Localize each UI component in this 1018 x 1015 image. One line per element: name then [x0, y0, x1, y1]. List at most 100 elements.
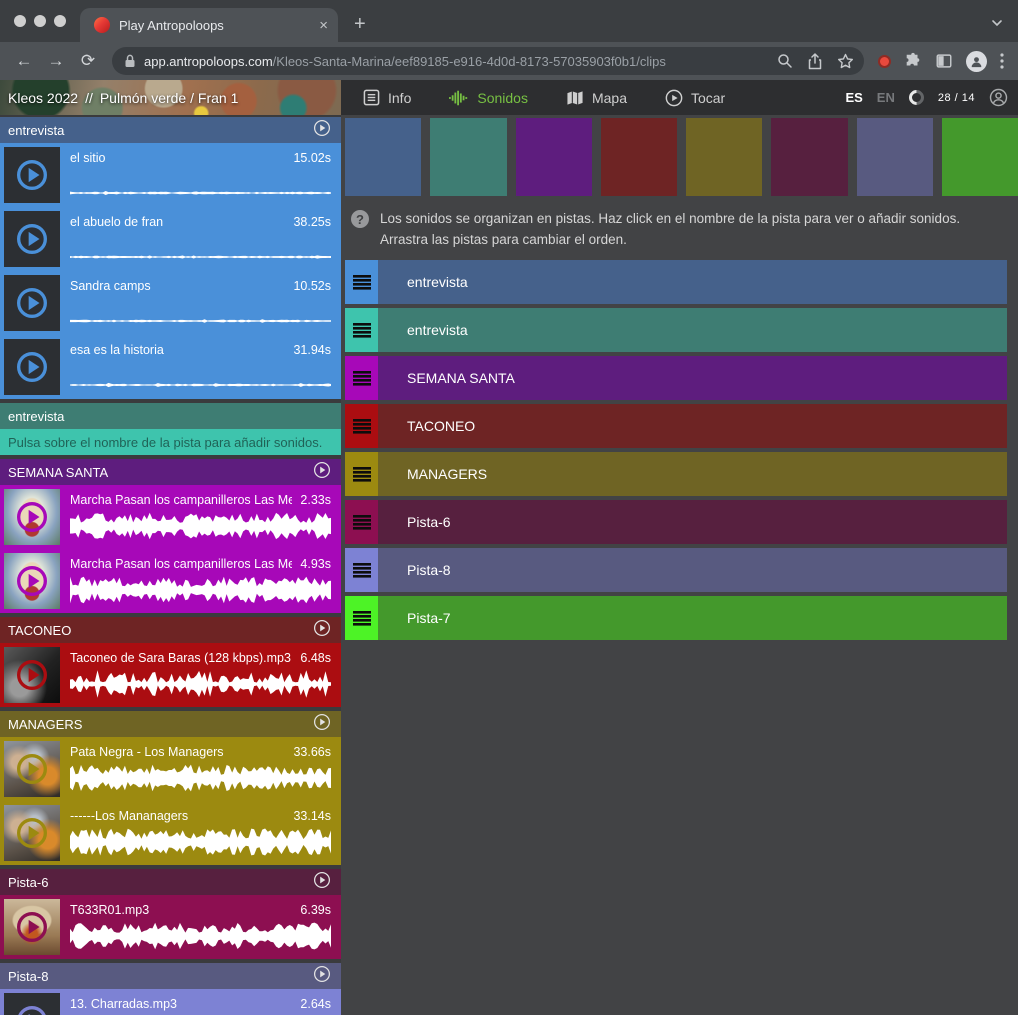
- tab-close-icon[interactable]: ×: [319, 18, 328, 33]
- play-circle-icon[interactable]: [313, 713, 331, 731]
- play-circle-icon[interactable]: [313, 461, 331, 479]
- track-name-bar[interactable]: Pista-7: [378, 596, 1007, 640]
- drag-handle[interactable]: [345, 356, 378, 400]
- clip-item[interactable]: Marcha Pasan los campanilleros Las Mejor…: [0, 485, 341, 549]
- new-tab-button[interactable]: +: [354, 14, 366, 34]
- clip-item[interactable]: esa es la historia31.94s: [0, 335, 341, 399]
- track-row[interactable]: SEMANA SANTA: [345, 356, 1007, 400]
- back-button[interactable]: ←: [10, 47, 38, 75]
- clip-item[interactable]: Marcha Pasan los campanilleros Las Mejor…: [0, 549, 341, 613]
- track-row[interactable]: Pista-7: [345, 596, 1007, 640]
- browser-menu-kebab-icon[interactable]: [1000, 53, 1004, 69]
- tab-search-chevron-icon[interactable]: [990, 16, 1004, 30]
- clip-item[interactable]: ------Los Mananagers33.14s: [0, 801, 341, 865]
- play-circle-icon[interactable]: [313, 619, 331, 637]
- track-name-bar[interactable]: TACONEO: [378, 404, 1007, 448]
- play-icon[interactable]: [12, 813, 52, 853]
- play-icon[interactable]: [12, 347, 52, 387]
- window-close-button[interactable]: [14, 15, 26, 27]
- play-icon[interactable]: [12, 749, 52, 789]
- clip-item[interactable]: Pata Negra - Los Managers33.66s: [0, 737, 341, 801]
- bookmark-star-icon[interactable]: [837, 53, 854, 69]
- play-icon[interactable]: [12, 561, 52, 601]
- play-icon[interactable]: [12, 155, 52, 195]
- clip-item[interactable]: Taconeo de Sara Baras (128 kbps).mp36.48…: [0, 643, 341, 707]
- sidebar-track-header[interactable]: MANAGERS: [0, 711, 341, 737]
- play-icon[interactable]: [12, 219, 52, 259]
- track-name-bar[interactable]: entrevista: [378, 260, 1007, 304]
- recording-extension-icon[interactable]: [878, 55, 891, 68]
- play-icon[interactable]: [12, 655, 52, 695]
- drag-handle[interactable]: [345, 596, 378, 640]
- track-name-bar[interactable]: Pista-8: [378, 548, 1007, 592]
- browser-tab[interactable]: Play Antropoloops ×: [80, 8, 338, 42]
- clip-thumbnail[interactable]: [4, 339, 60, 395]
- track-name-bar[interactable]: MANAGERS: [378, 452, 1007, 496]
- window-zoom-button[interactable]: [54, 15, 66, 27]
- language-es[interactable]: ES: [845, 90, 862, 105]
- sidebar-track-header[interactable]: SEMANA SANTA: [0, 459, 341, 485]
- clip-item[interactable]: el sitio15.02s: [0, 143, 341, 207]
- clip-item[interactable]: T633R01.mp36.39s: [0, 895, 341, 959]
- account-icon[interactable]: [989, 88, 1008, 107]
- sidebar-track-header[interactable]: entrevista: [0, 117, 341, 143]
- track-row[interactable]: Pista-6: [345, 500, 1007, 544]
- track-play-button[interactable]: [313, 619, 331, 642]
- window-controls[interactable]: [0, 0, 80, 42]
- clip-thumbnail[interactable]: [4, 993, 60, 1015]
- track-name-bar[interactable]: SEMANA SANTA: [378, 356, 1007, 400]
- play-icon[interactable]: [12, 907, 52, 947]
- track-row[interactable]: MANAGERS: [345, 452, 1007, 496]
- track-row[interactable]: entrevista: [345, 308, 1007, 352]
- clip-thumbnail[interactable]: [4, 899, 60, 955]
- track-row[interactable]: Pista-8: [345, 548, 1007, 592]
- language-en[interactable]: EN: [877, 90, 895, 105]
- track-play-button[interactable]: [313, 713, 331, 736]
- track-play-button[interactable]: [313, 965, 331, 988]
- drag-handle[interactable]: [345, 452, 378, 496]
- play-circle-icon[interactable]: [313, 871, 331, 889]
- nav-tab-sonidos[interactable]: Sonidos: [449, 90, 528, 106]
- drag-handle[interactable]: [345, 404, 378, 448]
- play-circle-icon[interactable]: [313, 119, 331, 137]
- sidebar-track-header[interactable]: TACONEO: [0, 617, 341, 643]
- play-icon[interactable]: [12, 497, 52, 537]
- forward-button[interactable]: →: [42, 47, 70, 75]
- breadcrumb[interactable]: Kleos 2022 // Pulmón verde / Fran 1: [0, 80, 341, 115]
- clip-thumbnail[interactable]: [4, 741, 60, 797]
- clip-thumbnail[interactable]: [4, 553, 60, 609]
- track-name-bar[interactable]: Pista-6: [378, 500, 1007, 544]
- track-row[interactable]: entrevista: [345, 260, 1007, 304]
- play-icon[interactable]: [12, 1001, 52, 1015]
- profile-avatar[interactable]: [966, 51, 987, 72]
- zoom-icon[interactable]: [777, 53, 793, 69]
- clip-thumbnail[interactable]: [4, 647, 60, 703]
- clip-thumbnail[interactable]: [4, 147, 60, 203]
- track-play-button[interactable]: [313, 119, 331, 142]
- side-panel-icon[interactable]: [935, 52, 953, 70]
- share-icon[interactable]: [807, 53, 823, 70]
- play-icon[interactable]: [12, 283, 52, 323]
- track-name-bar[interactable]: entrevista: [378, 308, 1007, 352]
- clip-item[interactable]: el abuelo de fran38.25s: [0, 207, 341, 271]
- sidebar-track-header[interactable]: Pista-8: [0, 963, 341, 989]
- nav-tab-mapa[interactable]: Mapa: [566, 90, 627, 106]
- sidebar-track-header[interactable]: entrevista: [0, 403, 341, 429]
- clip-thumbnail[interactable]: [4, 489, 60, 545]
- clip-thumbnail[interactable]: [4, 805, 60, 861]
- clip-thumbnail[interactable]: [4, 211, 60, 267]
- drag-handle[interactable]: [345, 548, 378, 592]
- track-row[interactable]: TACONEO: [345, 404, 1007, 448]
- sidebar-track-header[interactable]: Pista-6: [0, 869, 341, 895]
- address-bar[interactable]: app.antropoloops.com/Kleos-Santa-Marina/…: [112, 47, 864, 75]
- breadcrumb-project[interactable]: Kleos 2022: [8, 90, 78, 106]
- drag-handle[interactable]: [345, 260, 378, 304]
- clip-item[interactable]: Sandra camps10.52s: [0, 271, 341, 335]
- extensions-puzzle-icon[interactable]: [904, 52, 922, 70]
- drag-handle[interactable]: [345, 500, 378, 544]
- nav-tab-info[interactable]: Info: [363, 89, 411, 106]
- clip-thumbnail[interactable]: [4, 275, 60, 331]
- play-circle-icon[interactable]: [313, 965, 331, 983]
- clip-item[interactable]: 13. Charradas.mp32.64s: [0, 989, 341, 1015]
- nav-tab-tocar[interactable]: Tocar: [665, 89, 725, 107]
